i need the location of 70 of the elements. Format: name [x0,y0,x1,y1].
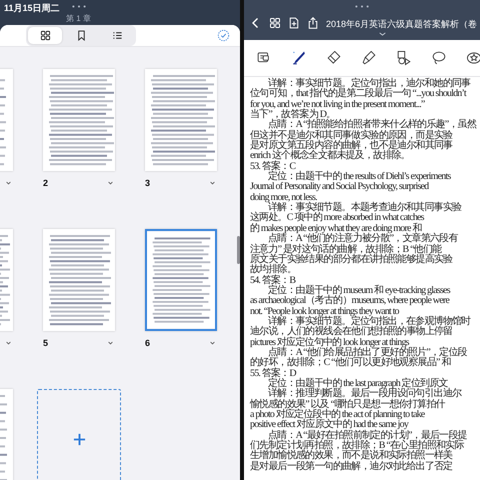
chevron-icon[interactable] [108,341,113,345]
bookmark-icon [76,30,86,41]
text-line: 是对最后一段第一句的曲解，迪尔对此给出了否定 [250,462,452,472]
text-line: 详解：事实细节题。定位句指出，在参观博物馆时 [268,316,470,327]
text-line: 详解：事实细节题。定位句指出，迪尔和她的同事 [268,79,470,89]
pen-icon[interactable] [291,50,307,66]
text-line: 点睛：A “他们给展品拍出了更好的照片”，定位段 [268,348,467,358]
page-thumbnail[interactable] [145,229,217,331]
text-line: 位句可知，that 指代的是第二段最后一句 “...you shouldn’t [250,89,466,100]
view-tab[interactable] [28,27,62,44]
text-line: 但这并不是迪尔和其同事做实验的原因，而是实验 [250,130,452,141]
text-line: 点睛：A “拍照能给拍照者带来什么样的乐趣”，虽然 [268,120,476,130]
text-line: 的好坏，故排除；C “他们可以更好地观察展品” 和 [250,358,451,368]
text-line: 注意力” 是对这句话的曲解，故排除；B “他们能 [250,244,442,254]
text-line: for you, and we’re not living in the present moment...” [250,100,425,110]
shapes-icon[interactable] [396,50,412,66]
page-thumbnail[interactable] [43,229,115,331]
text-line: 点睛：A “他们的注意力被分散”，文章第六段有 [268,234,458,244]
text-line: enrich 这个概念全文都未提及，故排除。 [250,151,410,162]
text-line: 53. 答案：C [250,162,296,172]
split-handle[interactable] [237,236,240,264]
add-page-button[interactable] [37,389,121,480]
page-number: 5 [43,338,48,348]
text-line: a photo 对应定位段中的 the act of planning to take [250,410,424,420]
document-title[interactable]: 2018年6月英语六级真题答案解析（卷 [326,19,478,29]
page-number: 6 [145,338,150,348]
text-line: 55. 答案：D [250,368,296,379]
add-page-icon[interactable] [288,17,300,29]
status-time: 11月15日周二 [4,2,60,15]
chevron-icon[interactable] [6,181,11,185]
text-line: Journal of Personality and Social Psychology, surprised [250,182,428,193]
text-line: as archaeological（考古的）museums, where people were [250,296,450,307]
text-line: 原文关于实验结果的部分都在讲拍照能够提高实验 [250,254,452,265]
text-line: 生增加愉悦感的效果，而不是说和实际拍照一样美 [250,451,452,462]
select-icon[interactable] [217,29,230,42]
text-line: positive effect 对应原文中的 had the same joy [250,420,408,430]
share-icon[interactable] [307,17,319,29]
page-thumbnail[interactable] [145,69,217,171]
text-line: not. “People look longer at things they want to [250,306,399,317]
text-line: pictures 对应定位句中的 look longer at things [250,338,409,348]
chevron-icon[interactable] [108,181,113,185]
text-line: 定位：由题干中的 museum 和 eye-tracking glasses [267,286,450,296]
grid-icon [40,30,50,41]
text-line: 54. 答案：B [250,276,296,286]
eraser-icon[interactable] [326,50,342,66]
more-icon[interactable] [355,5,369,8]
text-line: 的 makes people enjoy what they are doing more 和 [250,224,422,234]
page-number: 3 [145,178,150,188]
text-line: 定位：由题干中的 the last paragraph 定位到原文 [267,378,448,389]
text-line: 愉悦感的效果” 以及 “哪怕只是想一想你打算拍什 [250,400,445,410]
page-thumbnail[interactable] [43,69,115,171]
text-line: 这两处。C 项中的 more absorbed in what catches [250,213,424,224]
text-line: 详解：推理判断题。最后一段用设问句引出迪尔 [268,389,462,400]
list-icon [112,30,122,41]
text-line: 故均排除。 [250,265,296,276]
text-line: 迪尔说，人们的视线会在他们想拍照的事物上停留 [250,327,452,338]
lasso-icon[interactable] [431,50,447,66]
plus-icon [72,432,86,446]
text-line: doing more, not less. [250,192,317,203]
chevron-icon[interactable] [6,341,11,345]
chevron-icon[interactable] [210,341,215,345]
highlighter-icon[interactable] [361,50,377,66]
chevron-icon[interactable] [210,181,215,185]
page-number: 2 [43,178,48,188]
sticker-icon[interactable] [466,50,480,66]
grid-icon[interactable] [269,17,281,29]
more-icon[interactable] [72,5,86,8]
text-line: 点睛：A “最好在拍照前制定的计划”，最后一段提 [268,430,467,441]
text-line: 定位：由题干中的 the results of Diehl’s experiments [268,172,451,182]
chapter-title: 第 1 章 [66,13,91,24]
